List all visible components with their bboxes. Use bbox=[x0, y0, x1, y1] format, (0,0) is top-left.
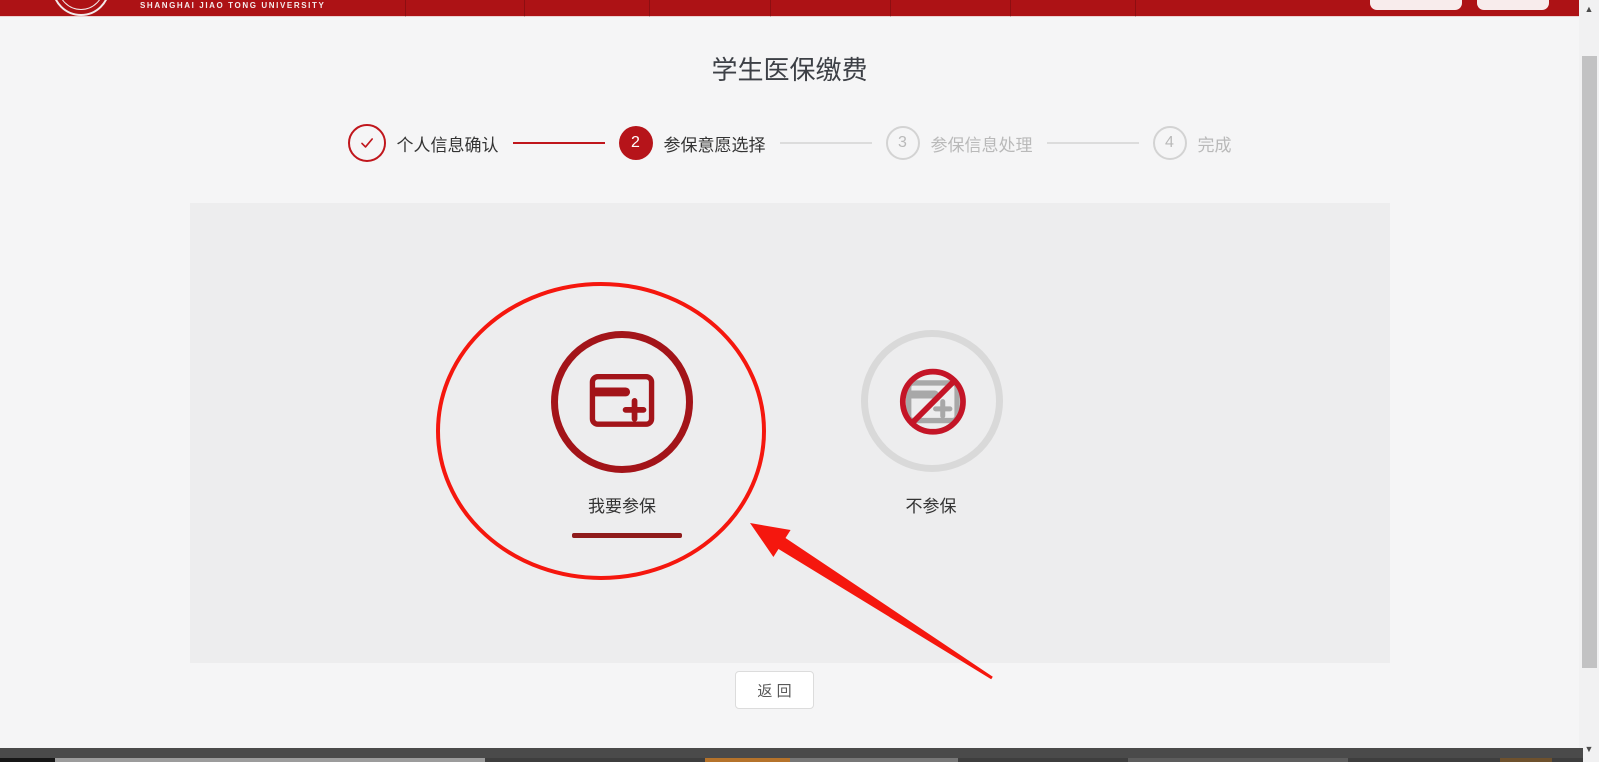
step-3-label: 参保信息处理 bbox=[931, 131, 1033, 156]
selected-option-underline bbox=[572, 533, 682, 538]
nav-divider bbox=[890, 0, 891, 17]
step-4-circle: 4 bbox=[1153, 126, 1187, 160]
check-icon bbox=[357, 133, 377, 153]
back-button[interactable]: 返 回 bbox=[735, 671, 814, 709]
insurance-card-add-icon bbox=[579, 357, 665, 448]
taskbar-segment bbox=[0, 758, 55, 762]
step-3-circle: 3 bbox=[886, 126, 920, 160]
taskbar-edge bbox=[0, 758, 1583, 762]
page-title: 学生医保缴费 bbox=[0, 50, 1579, 87]
step-3-number: 3 bbox=[898, 134, 907, 152]
option-enroll-button[interactable] bbox=[551, 331, 693, 473]
scrollbar-thumb[interactable] bbox=[1582, 56, 1597, 668]
step-connector-1 bbox=[513, 142, 605, 144]
taskbar-segment bbox=[790, 758, 958, 762]
taskbar-segment bbox=[1500, 758, 1552, 762]
header-action-button-right[interactable] bbox=[1477, 0, 1549, 10]
step-2-circle: 2 bbox=[619, 126, 653, 160]
nav-divider bbox=[649, 0, 650, 17]
scroll-up-button[interactable]: ▲ bbox=[1579, 1, 1599, 17]
university-name: SHANGHAI JIAO TONG UNIVERSITY bbox=[140, 1, 325, 10]
stepper: 个人信息确认 2 参保意愿选择 3 参保信息处理 4 完成 bbox=[0, 120, 1579, 166]
up-arrow-icon: ▲ bbox=[1585, 4, 1594, 14]
step-4-number: 4 bbox=[1165, 134, 1174, 152]
option-decline-label: 不参保 bbox=[831, 492, 1031, 517]
step-2-label: 参保意愿选择 bbox=[664, 131, 766, 156]
step-4-label: 完成 bbox=[1198, 131, 1232, 156]
top-nav-bar: SHANGHAI JIAO TONG UNIVERSITY bbox=[0, 0, 1579, 17]
university-seal-inner-ring bbox=[58, 0, 104, 10]
taskbar-segment bbox=[705, 758, 790, 762]
nav-divider bbox=[524, 0, 525, 17]
insurance-card-no-icon bbox=[889, 356, 975, 447]
taskbar-segment bbox=[55, 758, 485, 762]
step-1-circle bbox=[348, 124, 386, 162]
header-action-button-left[interactable] bbox=[1370, 0, 1462, 10]
nav-divider bbox=[770, 0, 771, 17]
option-enroll-label: 我要参保 bbox=[522, 492, 722, 517]
step-2-active: 2 参保意愿选择 bbox=[619, 126, 766, 160]
university-seal-icon[interactable] bbox=[52, 0, 110, 16]
nav-divider bbox=[405, 0, 406, 17]
step-1-completed: 个人信息确认 bbox=[348, 124, 499, 162]
taskbar-segment bbox=[1128, 758, 1348, 762]
down-arrow-icon: ▼ bbox=[1585, 744, 1594, 754]
page: SHANGHAI JIAO TONG UNIVERSITY 学生医保缴费 个人信… bbox=[0, 0, 1599, 762]
step-connector-2 bbox=[780, 142, 872, 144]
content-panel: 我要参保 不参保 bbox=[190, 203, 1390, 663]
option-decline-button[interactable] bbox=[861, 330, 1003, 472]
step-2-number: 2 bbox=[631, 134, 640, 152]
nav-divider bbox=[1135, 0, 1136, 17]
nav-divider bbox=[1010, 0, 1011, 17]
step-4-pending: 4 完成 bbox=[1153, 126, 1232, 160]
vertical-scrollbar[interactable]: ▲ ▼ bbox=[1579, 0, 1599, 762]
step-connector-3 bbox=[1047, 142, 1139, 144]
taskbar-strip bbox=[0, 748, 1583, 758]
step-1-label: 个人信息确认 bbox=[397, 131, 499, 156]
step-3-pending: 3 参保信息处理 bbox=[886, 126, 1033, 160]
